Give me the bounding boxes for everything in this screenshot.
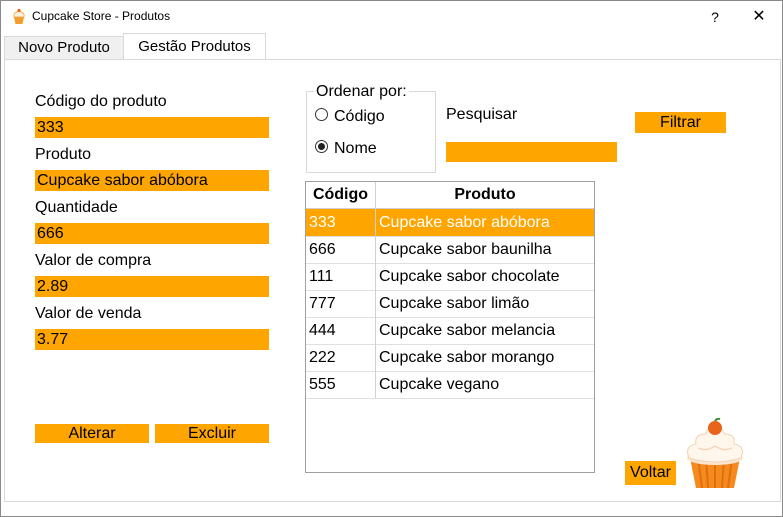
cell-produto: Cupcake sabor melancia <box>379 322 556 339</box>
order-option-codigo-label: Código <box>334 108 385 125</box>
table-row[interactable]: 666 Cupcake sabor baunilha <box>306 236 594 264</box>
column-divider <box>375 209 376 398</box>
pesquisar-label: Pesquisar <box>446 106 518 123</box>
title-bar: Cupcake Store - Produtos ? ✕ <box>1 1 782 33</box>
products-table[interactable]: Código Produto 333 Cupcake sabor abóbora… <box>305 181 595 473</box>
table-row[interactable]: 444 Cupcake sabor melancia <box>306 317 594 345</box>
cell-codigo: 777 <box>309 295 336 312</box>
table-header: Código Produto <box>306 182 594 209</box>
produto-field[interactable]: Cupcake sabor abóbora <box>35 170 269 191</box>
cupcake-illustration <box>687 418 743 489</box>
cell-produto: Cupcake vegano <box>379 376 500 393</box>
cell-produto: Cupcake sabor limão <box>379 295 530 312</box>
order-groupbox: Ordenar por: Código Nome <box>306 83 436 173</box>
tab-gestao-produtos[interactable]: Gestão Produtos <box>123 33 266 60</box>
valor-venda-label: Valor de venda <box>35 305 142 322</box>
radio-nome-icon[interactable] <box>315 140 328 154</box>
codigo-field[interactable]: 333 <box>35 117 269 138</box>
search-input[interactable] <box>446 142 617 162</box>
tab-novo-produto[interactable]: Novo Produto <box>4 36 124 59</box>
cell-codigo: 444 <box>309 322 336 339</box>
order-option-nome-label: Nome <box>334 140 377 157</box>
cupcake-icon <box>13 8 25 24</box>
app-window: Cupcake Store - Produtos ? ✕ Novo Produt… <box>0 0 783 517</box>
table-row[interactable]: 333 Cupcake sabor abóbora <box>306 209 594 237</box>
filtrar-button[interactable]: Filtrar <box>635 112 726 133</box>
cell-produto: Cupcake sabor abóbora <box>379 214 550 231</box>
quantidade-field[interactable]: 666 <box>35 223 269 244</box>
order-option-nome[interactable]: Nome <box>315 139 377 159</box>
radio-codigo-icon[interactable] <box>315 108 328 122</box>
table-row[interactable]: 222 Cupcake sabor morango <box>306 344 594 372</box>
table-row[interactable]: 111 Cupcake sabor chocolate <box>306 263 594 291</box>
valor-compra-label: Valor de compra <box>35 252 152 269</box>
cell-codigo: 222 <box>309 349 336 366</box>
tab-strip: Novo Produto Gestão Produtos <box>1 33 782 60</box>
valor-venda-field[interactable]: 3.77 <box>35 329 269 350</box>
quantidade-label: Quantidade <box>35 199 118 216</box>
column-header-produto[interactable]: Produto <box>376 182 594 208</box>
cell-codigo: 555 <box>309 376 336 393</box>
window-title: Cupcake Store - Produtos <box>32 9 171 23</box>
close-button[interactable]: ✕ <box>739 5 779 29</box>
cell-codigo: 111 <box>309 268 334 285</box>
valor-compra-field[interactable]: 2.89 <box>35 276 269 297</box>
order-legend: Ordenar por: <box>314 83 409 101</box>
cell-codigo: 666 <box>309 241 336 258</box>
cell-produto: Cupcake sabor chocolate <box>379 268 560 285</box>
alterar-button[interactable]: Alterar <box>35 424 149 443</box>
table-row[interactable]: 777 Cupcake sabor limão <box>306 290 594 318</box>
voltar-button[interactable]: Voltar <box>625 461 676 485</box>
cell-produto: Cupcake sabor baunilha <box>379 241 552 258</box>
tab-panel-gestao: Código do produto 333 Produto Cupcake sa… <box>4 59 781 502</box>
excluir-button[interactable]: Excluir <box>155 424 269 443</box>
help-button[interactable]: ? <box>695 5 735 29</box>
cell-produto: Cupcake sabor morango <box>379 349 555 366</box>
codigo-label: Código do produto <box>35 93 167 110</box>
cell-codigo: 333 <box>309 214 336 231</box>
produto-label: Produto <box>35 146 92 163</box>
order-option-codigo[interactable]: Código <box>315 107 385 127</box>
column-header-codigo[interactable]: Código <box>306 182 376 208</box>
table-row[interactable]: 555 Cupcake vegano <box>306 371 594 399</box>
